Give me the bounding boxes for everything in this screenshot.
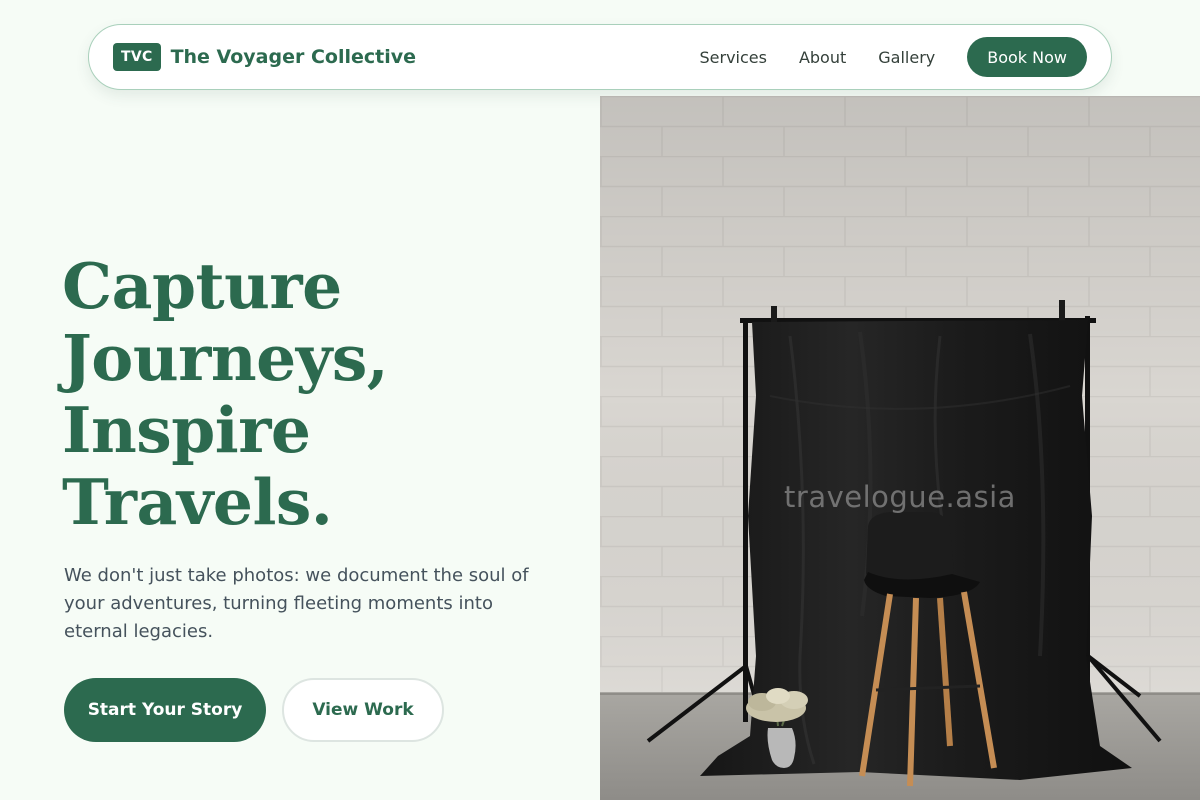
studio-backdrop-illustration bbox=[600, 96, 1200, 800]
book-now-button[interactable]: Book Now bbox=[967, 37, 1087, 77]
top-navbar: TVC The Voyager Collective Services Abou… bbox=[88, 24, 1112, 90]
nav-link-services[interactable]: Services bbox=[699, 48, 766, 67]
nav-link-gallery[interactable]: Gallery bbox=[878, 48, 935, 67]
hero-title-line: Travels. bbox=[62, 465, 333, 539]
start-your-story-button[interactable]: Start Your Story bbox=[64, 678, 266, 742]
image-watermark: travelogue.asia bbox=[784, 480, 1016, 514]
view-work-button[interactable]: View Work bbox=[282, 678, 444, 742]
hero-title-line: Capture bbox=[62, 249, 342, 323]
hero-title: Capture Journeys, Inspire Travels. bbox=[62, 250, 582, 538]
logo-badge[interactable]: TVC bbox=[113, 43, 161, 71]
logo-text[interactable]: The Voyager Collective bbox=[171, 46, 416, 68]
hero-subtitle: We don't just take photos: we document t… bbox=[64, 565, 529, 642]
hero-title-line: Inspire bbox=[62, 393, 311, 467]
nav-link-about[interactable]: About bbox=[799, 48, 846, 67]
hero-photo: travelogue.asia bbox=[600, 96, 1200, 800]
hero-title-line: Journeys, bbox=[62, 321, 389, 395]
